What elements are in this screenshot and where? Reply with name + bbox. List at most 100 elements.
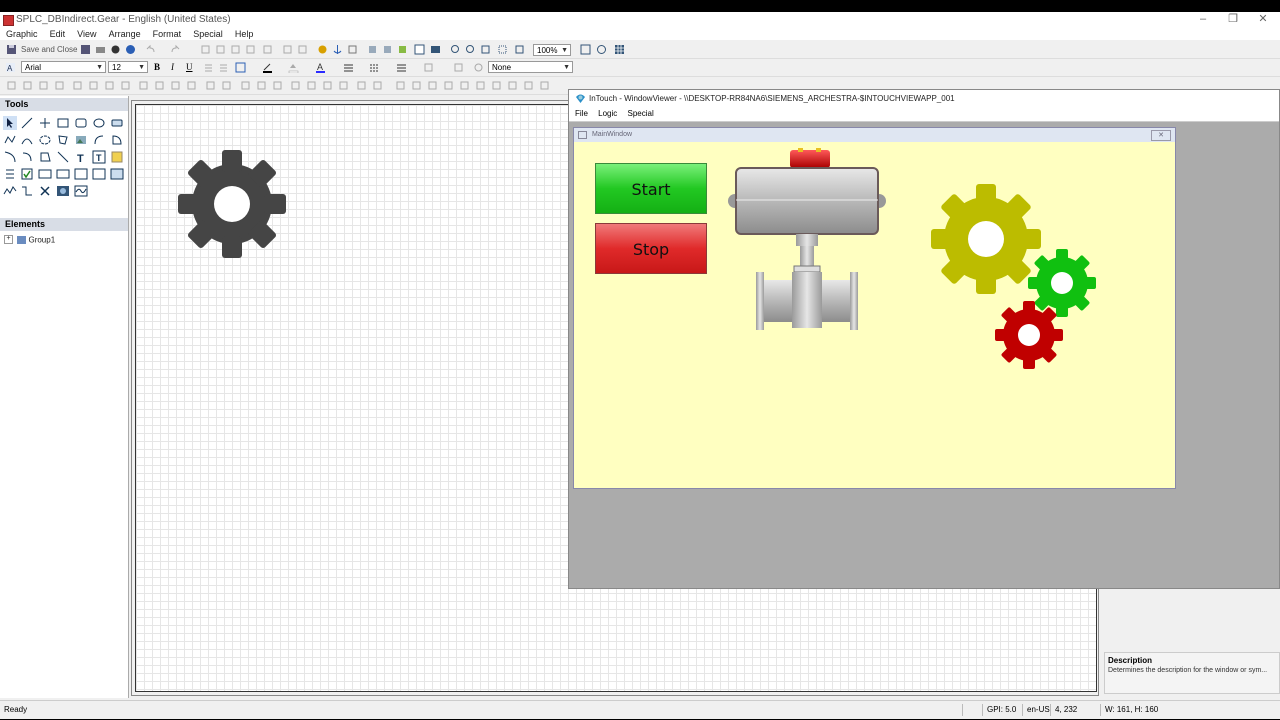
arrange-icon-20[interactable] [322, 80, 333, 91]
calendar-tool-icon[interactable] [74, 167, 88, 181]
format-painter-icon[interactable] [262, 44, 273, 55]
ungroup-icon[interactable] [297, 44, 308, 55]
arrange-icon-16[interactable] [256, 80, 267, 91]
menu-special[interactable]: Special [193, 29, 223, 39]
format-icon-a[interactable] [423, 62, 434, 73]
ellipse-tool-icon[interactable] [92, 116, 106, 130]
line-color-icon[interactable] [262, 62, 273, 73]
arrange-icon-7[interactable] [104, 80, 115, 91]
arrange-icon-11[interactable] [170, 80, 181, 91]
grid-icon[interactable] [614, 44, 625, 55]
line-weight-icon[interactable] [343, 62, 354, 73]
rectangle-tool-icon[interactable] [56, 116, 70, 130]
text-color-icon[interactable]: A [315, 62, 326, 73]
zoom-out-icon[interactable] [450, 44, 461, 55]
combo-box-tool-icon[interactable] [56, 167, 70, 181]
save-and-close-button[interactable]: Save and Close [21, 45, 77, 54]
arrange-icon-23[interactable] [372, 80, 383, 91]
italic-button[interactable]: I [171, 62, 174, 72]
link-icon[interactable] [317, 44, 328, 55]
pan-icon[interactable] [580, 44, 591, 55]
arrange-icon-12[interactable] [186, 80, 197, 91]
zoom-normal-icon[interactable] [514, 44, 525, 55]
media-tool-icon[interactable] [56, 184, 70, 198]
trend-tool-icon[interactable] [3, 184, 17, 198]
arrange-icon-9[interactable] [138, 80, 149, 91]
text-tool-icon[interactable]: T [74, 150, 88, 164]
fill-color-icon[interactable] [288, 62, 299, 73]
delete-icon[interactable] [245, 44, 256, 55]
anchor-icon[interactable] [332, 44, 343, 55]
arrange-icon-15[interactable] [240, 80, 251, 91]
restore-button[interactable]: ❐ [1218, 12, 1248, 26]
checkbox-tool-icon[interactable] [20, 167, 34, 181]
step-tool-icon[interactable] [20, 184, 34, 198]
cut-icon[interactable] [200, 44, 211, 55]
datetime-tool-icon[interactable] [92, 167, 106, 181]
arc-tool-icon[interactable] [92, 133, 106, 147]
check-icon[interactable] [414, 44, 425, 55]
redo-icon[interactable] [170, 44, 181, 55]
font-size-select[interactable]: 12 ▼ [108, 61, 148, 73]
underline-button[interactable]: U [186, 62, 193, 72]
edit-box-tool-icon[interactable] [38, 167, 52, 181]
minimize-button[interactable]: – [1188, 12, 1218, 26]
menu-arrange[interactable]: Arrange [109, 29, 141, 39]
arrange-icon-30[interactable] [491, 80, 502, 91]
textbox-tool-icon[interactable]: T [92, 150, 106, 164]
arrange-icon-22[interactable] [356, 80, 367, 91]
arrange-icon-8[interactable] [120, 80, 131, 91]
send-back-icon[interactable] [382, 44, 393, 55]
arc2-tool-icon[interactable] [20, 150, 34, 164]
image-tool-icon[interactable] [74, 133, 88, 147]
font-name-select[interactable]: Arial ▼ [21, 61, 106, 73]
menu-format[interactable]: Format [153, 29, 182, 39]
zoom-fit-icon[interactable] [480, 44, 491, 55]
arrange-icon-18[interactable] [290, 80, 301, 91]
line-ends-icon[interactable] [396, 62, 407, 73]
status-tool-icon[interactable] [110, 150, 124, 164]
text-style-icon[interactable]: A [5, 62, 16, 73]
rounded-rectangle-tool-icon[interactable] [74, 116, 88, 130]
arrange-icon-3[interactable] [38, 80, 49, 91]
wv-menu-logic[interactable]: Logic [598, 107, 617, 121]
arrange-icon-1[interactable] [6, 80, 17, 91]
group-icon[interactable] [282, 44, 293, 55]
button-tool-icon[interactable] [110, 116, 124, 130]
arrange-icon-2[interactable] [22, 80, 33, 91]
format-icon-b[interactable] [453, 62, 464, 73]
arrange-icon-28[interactable] [459, 80, 470, 91]
stop-button[interactable]: Stop [595, 223, 707, 274]
wave-tool-icon[interactable] [74, 184, 88, 198]
record-icon[interactable] [110, 44, 121, 55]
arrange-icon-14[interactable] [221, 80, 232, 91]
fill-style-select[interactable]: None ▼ [488, 61, 573, 73]
align-icon[interactable] [203, 62, 214, 73]
arrange-icon-19[interactable] [306, 80, 317, 91]
screen-icon[interactable] [430, 44, 441, 55]
pie-tool-icon[interactable] [110, 133, 124, 147]
hv-line-tool-icon[interactable] [38, 116, 52, 130]
gear-icon[interactable] [178, 150, 286, 258]
line-tool-icon[interactable] [20, 116, 34, 130]
arrange-icon-4[interactable] [54, 80, 65, 91]
radio-tool-icon[interactable] [110, 167, 124, 181]
main-window-close-icon[interactable]: ✕ [1151, 130, 1171, 141]
menu-graphic[interactable]: Graphic [6, 29, 38, 39]
edit-icon[interactable] [397, 44, 408, 55]
print-icon[interactable] [95, 44, 106, 55]
arrange-icon-6[interactable] [88, 80, 99, 91]
polyline-tool-icon[interactable] [3, 133, 17, 147]
arrange-icon-5[interactable] [72, 80, 83, 91]
chord-tool-icon[interactable] [3, 150, 17, 164]
menu-edit[interactable]: Edit [50, 29, 66, 39]
menu-help[interactable]: Help [235, 29, 254, 39]
save-icon[interactable] [80, 44, 91, 55]
hand-icon[interactable] [596, 44, 607, 55]
start-button[interactable]: Start [595, 163, 707, 214]
polygon-tool-icon[interactable] [56, 133, 70, 147]
arrange-icon-24[interactable] [395, 80, 406, 91]
undo-icon[interactable] [145, 44, 156, 55]
arrange-icon-25[interactable] [411, 80, 422, 91]
arrange-icon-29[interactable] [475, 80, 486, 91]
